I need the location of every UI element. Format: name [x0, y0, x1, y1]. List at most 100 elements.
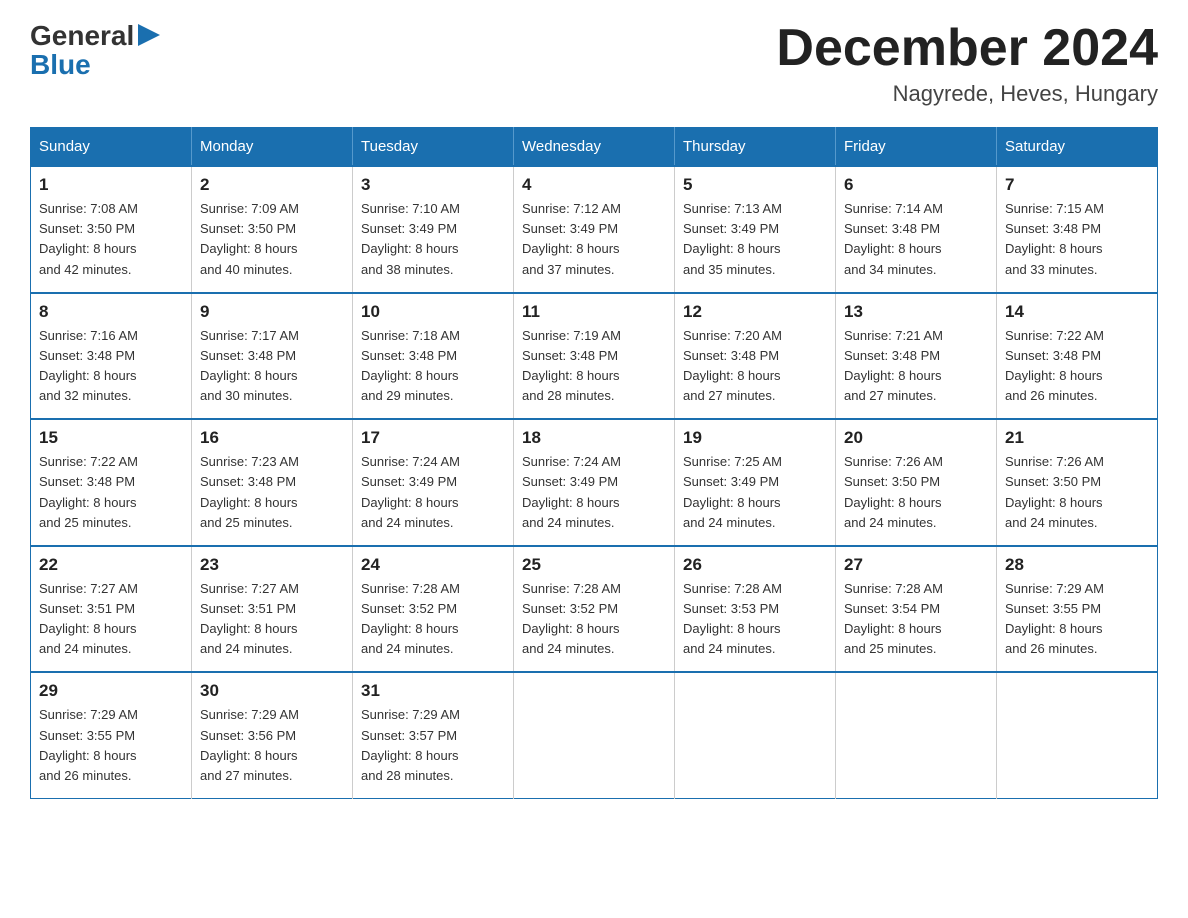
day-number: 10: [361, 302, 505, 322]
day-number: 24: [361, 555, 505, 575]
day-number: 26: [683, 555, 827, 575]
col-saturday: Saturday: [997, 128, 1158, 167]
calendar-cell: 11 Sunrise: 7:19 AMSunset: 3:48 PMDaylig…: [514, 293, 675, 420]
month-title: December 2024: [776, 20, 1158, 77]
day-info: Sunrise: 7:16 AMSunset: 3:48 PMDaylight:…: [39, 328, 138, 403]
calendar-cell: 22 Sunrise: 7:27 AMSunset: 3:51 PMDaylig…: [31, 546, 192, 673]
day-number: 1: [39, 175, 183, 195]
col-thursday: Thursday: [675, 128, 836, 167]
calendar-cell: 20 Sunrise: 7:26 AMSunset: 3:50 PMDaylig…: [836, 419, 997, 546]
col-monday: Monday: [192, 128, 353, 167]
col-friday: Friday: [836, 128, 997, 167]
page-header: General Blue December 2024 Nagyrede, Hev…: [30, 20, 1158, 107]
title-block: December 2024 Nagyrede, Heves, Hungary: [776, 20, 1158, 107]
calendar-cell: 7 Sunrise: 7:15 AMSunset: 3:48 PMDayligh…: [997, 166, 1158, 293]
calendar-week-row-2: 8 Sunrise: 7:16 AMSunset: 3:48 PMDayligh…: [31, 293, 1158, 420]
calendar-cell: 1 Sunrise: 7:08 AMSunset: 3:50 PMDayligh…: [31, 166, 192, 293]
day-info: Sunrise: 7:29 AMSunset: 3:55 PMDaylight:…: [1005, 581, 1104, 656]
calendar-table: Sunday Monday Tuesday Wednesday Thursday…: [30, 127, 1158, 799]
calendar-cell: 28 Sunrise: 7:29 AMSunset: 3:55 PMDaylig…: [997, 546, 1158, 673]
calendar-cell: 31 Sunrise: 7:29 AMSunset: 3:57 PMDaylig…: [353, 672, 514, 798]
day-number: 15: [39, 428, 183, 448]
day-info: Sunrise: 7:28 AMSunset: 3:54 PMDaylight:…: [844, 581, 943, 656]
calendar-cell: 18 Sunrise: 7:24 AMSunset: 3:49 PMDaylig…: [514, 419, 675, 546]
calendar-cell: 5 Sunrise: 7:13 AMSunset: 3:49 PMDayligh…: [675, 166, 836, 293]
calendar-week-row-5: 29 Sunrise: 7:29 AMSunset: 3:55 PMDaylig…: [31, 672, 1158, 798]
day-number: 5: [683, 175, 827, 195]
day-info: Sunrise: 7:18 AMSunset: 3:48 PMDaylight:…: [361, 328, 460, 403]
day-info: Sunrise: 7:28 AMSunset: 3:52 PMDaylight:…: [522, 581, 621, 656]
day-number: 20: [844, 428, 988, 448]
day-info: Sunrise: 7:17 AMSunset: 3:48 PMDaylight:…: [200, 328, 299, 403]
day-number: 7: [1005, 175, 1149, 195]
day-number: 27: [844, 555, 988, 575]
calendar-cell: [675, 672, 836, 798]
calendar-cell: 21 Sunrise: 7:26 AMSunset: 3:50 PMDaylig…: [997, 419, 1158, 546]
day-info: Sunrise: 7:26 AMSunset: 3:50 PMDaylight:…: [1005, 454, 1104, 529]
day-number: 28: [1005, 555, 1149, 575]
calendar-cell: 10 Sunrise: 7:18 AMSunset: 3:48 PMDaylig…: [353, 293, 514, 420]
day-info: Sunrise: 7:24 AMSunset: 3:49 PMDaylight:…: [361, 454, 460, 529]
location-title: Nagyrede, Heves, Hungary: [776, 81, 1158, 107]
day-number: 18: [522, 428, 666, 448]
day-info: Sunrise: 7:28 AMSunset: 3:52 PMDaylight:…: [361, 581, 460, 656]
day-info: Sunrise: 7:22 AMSunset: 3:48 PMDaylight:…: [1005, 328, 1104, 403]
calendar-cell: 8 Sunrise: 7:16 AMSunset: 3:48 PMDayligh…: [31, 293, 192, 420]
logo-blue-text: Blue: [30, 51, 91, 79]
day-number: 30: [200, 681, 344, 701]
day-info: Sunrise: 7:09 AMSunset: 3:50 PMDaylight:…: [200, 201, 299, 276]
day-info: Sunrise: 7:13 AMSunset: 3:49 PMDaylight:…: [683, 201, 782, 276]
day-number: 2: [200, 175, 344, 195]
calendar-header-row: Sunday Monday Tuesday Wednesday Thursday…: [31, 128, 1158, 167]
calendar-cell: 9 Sunrise: 7:17 AMSunset: 3:48 PMDayligh…: [192, 293, 353, 420]
day-number: 17: [361, 428, 505, 448]
day-info: Sunrise: 7:29 AMSunset: 3:56 PMDaylight:…: [200, 707, 299, 782]
day-number: 16: [200, 428, 344, 448]
calendar-cell: 27 Sunrise: 7:28 AMSunset: 3:54 PMDaylig…: [836, 546, 997, 673]
day-info: Sunrise: 7:22 AMSunset: 3:48 PMDaylight:…: [39, 454, 138, 529]
day-number: 23: [200, 555, 344, 575]
col-tuesday: Tuesday: [353, 128, 514, 167]
day-info: Sunrise: 7:20 AMSunset: 3:48 PMDaylight:…: [683, 328, 782, 403]
day-number: 25: [522, 555, 666, 575]
day-number: 29: [39, 681, 183, 701]
logo-triangle-icon: [138, 24, 160, 46]
day-info: Sunrise: 7:10 AMSunset: 3:49 PMDaylight:…: [361, 201, 460, 276]
day-number: 4: [522, 175, 666, 195]
logo: General Blue: [30, 20, 160, 79]
day-number: 9: [200, 302, 344, 322]
day-number: 21: [1005, 428, 1149, 448]
calendar-cell: 4 Sunrise: 7:12 AMSunset: 3:49 PMDayligh…: [514, 166, 675, 293]
calendar-cell: 13 Sunrise: 7:21 AMSunset: 3:48 PMDaylig…: [836, 293, 997, 420]
calendar-week-row-4: 22 Sunrise: 7:27 AMSunset: 3:51 PMDaylig…: [31, 546, 1158, 673]
calendar-cell: 29 Sunrise: 7:29 AMSunset: 3:55 PMDaylig…: [31, 672, 192, 798]
day-info: Sunrise: 7:14 AMSunset: 3:48 PMDaylight:…: [844, 201, 943, 276]
day-info: Sunrise: 7:26 AMSunset: 3:50 PMDaylight:…: [844, 454, 943, 529]
calendar-cell: [997, 672, 1158, 798]
day-number: 12: [683, 302, 827, 322]
calendar-cell: 17 Sunrise: 7:24 AMSunset: 3:49 PMDaylig…: [353, 419, 514, 546]
calendar-cell: 16 Sunrise: 7:23 AMSunset: 3:48 PMDaylig…: [192, 419, 353, 546]
calendar-cell: 19 Sunrise: 7:25 AMSunset: 3:49 PMDaylig…: [675, 419, 836, 546]
day-info: Sunrise: 7:29 AMSunset: 3:57 PMDaylight:…: [361, 707, 460, 782]
day-number: 14: [1005, 302, 1149, 322]
calendar-cell: [836, 672, 997, 798]
day-info: Sunrise: 7:15 AMSunset: 3:48 PMDaylight:…: [1005, 201, 1104, 276]
day-number: 11: [522, 302, 666, 322]
calendar-cell: 12 Sunrise: 7:20 AMSunset: 3:48 PMDaylig…: [675, 293, 836, 420]
calendar-cell: 14 Sunrise: 7:22 AMSunset: 3:48 PMDaylig…: [997, 293, 1158, 420]
day-info: Sunrise: 7:21 AMSunset: 3:48 PMDaylight:…: [844, 328, 943, 403]
col-sunday: Sunday: [31, 128, 192, 167]
calendar-cell: [514, 672, 675, 798]
day-info: Sunrise: 7:12 AMSunset: 3:49 PMDaylight:…: [522, 201, 621, 276]
day-number: 22: [39, 555, 183, 575]
calendar-cell: 26 Sunrise: 7:28 AMSunset: 3:53 PMDaylig…: [675, 546, 836, 673]
day-info: Sunrise: 7:27 AMSunset: 3:51 PMDaylight:…: [39, 581, 138, 656]
day-number: 13: [844, 302, 988, 322]
day-info: Sunrise: 7:29 AMSunset: 3:55 PMDaylight:…: [39, 707, 138, 782]
day-info: Sunrise: 7:25 AMSunset: 3:49 PMDaylight:…: [683, 454, 782, 529]
day-number: 8: [39, 302, 183, 322]
calendar-cell: 30 Sunrise: 7:29 AMSunset: 3:56 PMDaylig…: [192, 672, 353, 798]
day-info: Sunrise: 7:19 AMSunset: 3:48 PMDaylight:…: [522, 328, 621, 403]
calendar-week-row-3: 15 Sunrise: 7:22 AMSunset: 3:48 PMDaylig…: [31, 419, 1158, 546]
